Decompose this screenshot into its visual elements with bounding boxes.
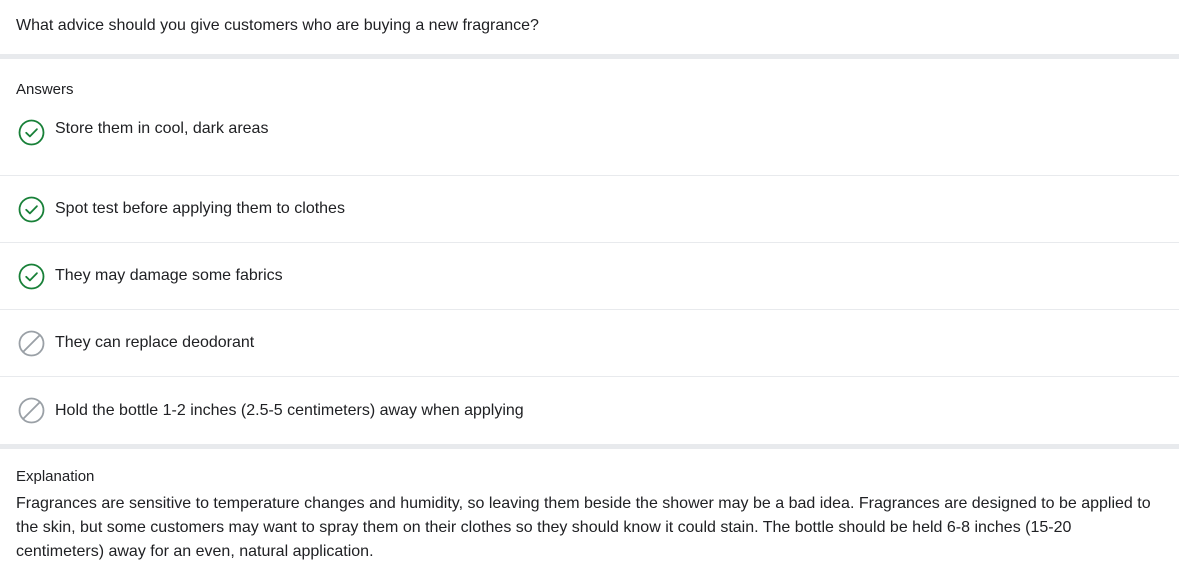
answer-label: They can replace deodorant — [55, 334, 255, 351]
question-text: What advice should you give customers wh… — [16, 17, 539, 34]
check-circle-icon — [18, 196, 45, 223]
answer-item: Hold the bottle 1-2 inches (2.5-5 centim… — [0, 377, 1179, 444]
not-selected-icon — [18, 397, 45, 424]
answer-item: They can replace deodorant — [0, 310, 1179, 377]
explanation-text: Fragrances are sensitive to temperature … — [16, 495, 1151, 560]
answers-section: Answers Store them in cool, dark areas S… — [0, 59, 1179, 444]
answer-list: Store them in cool, dark areas Spot test… — [0, 112, 1179, 444]
answer-label: Store them in cool, dark areas — [55, 120, 269, 137]
answer-label: Hold the bottle 1-2 inches (2.5-5 centim… — [55, 401, 524, 419]
answer-label: Spot test before applying them to clothe… — [55, 200, 345, 217]
check-circle-icon — [18, 263, 45, 290]
check-circle-icon — [18, 119, 45, 146]
not-selected-icon — [18, 330, 45, 357]
answer-item: They may damage some fabrics — [0, 243, 1179, 310]
answer-item: Store them in cool, dark areas — [0, 112, 1179, 176]
answer-label: They may damage some fabrics — [55, 267, 283, 284]
explanation-title: Explanation — [16, 468, 95, 485]
question-card: What advice should you give customers wh… — [0, 0, 1179, 54]
explanation-section: Explanation Fragrances are sensitive to … — [0, 449, 1179, 564]
answers-title: Answers — [16, 81, 74, 98]
answer-item: Spot test before applying them to clothe… — [0, 176, 1179, 243]
